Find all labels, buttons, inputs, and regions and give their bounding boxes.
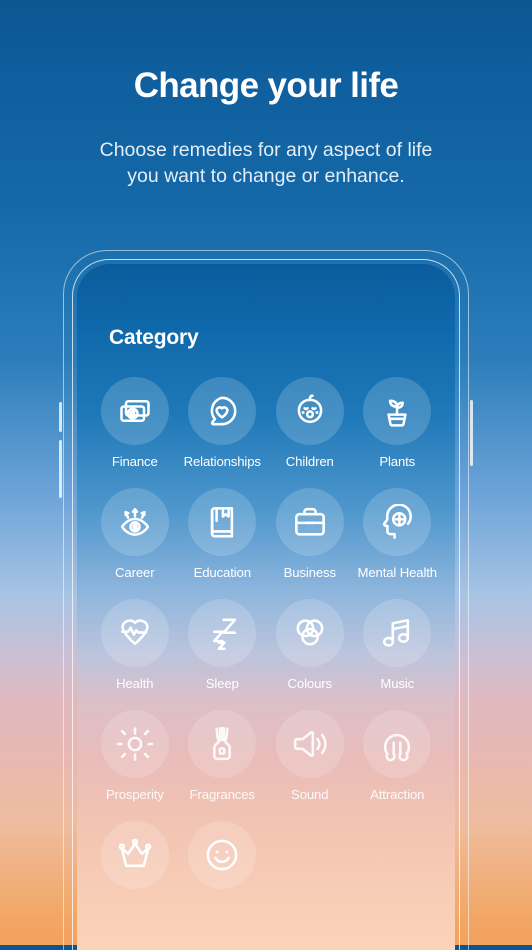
category-item-mental-health[interactable]: Mental Health: [354, 488, 442, 580]
category-label: Attraction: [370, 787, 425, 802]
three-circles-icon: [275, 599, 344, 667]
category-item-fragrances[interactable]: Fragrances: [179, 710, 267, 802]
heart-speech-bubble-icon: [188, 377, 257, 445]
category-item-music[interactable]: Music: [354, 599, 442, 691]
category-item-health[interactable]: Health: [91, 599, 179, 691]
category-item-finance[interactable]: Finance: [91, 377, 179, 469]
head-plus-icon: [363, 488, 432, 556]
music-note-icon: [363, 599, 432, 667]
phone-mockup: Category Finance Relationships Children Pla…: [59, 250, 473, 950]
category-label: Health: [116, 676, 154, 691]
power-button[interactable]: [470, 400, 473, 466]
sun-rays-icon: [100, 710, 169, 778]
speaker-waves-icon: [275, 710, 344, 778]
category-label: Plants: [379, 454, 416, 469]
volume-down-button[interactable]: [59, 440, 62, 498]
category-item-crown[interactable]: [91, 821, 179, 898]
category-item-career[interactable]: Career: [91, 488, 179, 580]
zzz-sleep-icon: [188, 599, 257, 667]
category-item-colours[interactable]: Colours: [266, 599, 354, 691]
category-item-sound[interactable]: Sound: [266, 710, 354, 802]
category-item-prosperity[interactable]: Prosperity: [91, 710, 179, 802]
briefcase-icon: [275, 488, 344, 556]
volume-up-button[interactable]: [59, 402, 62, 432]
category-item-sleep[interactable]: Sleep: [179, 599, 267, 691]
horseshoe-magnet-icon: [363, 710, 432, 778]
category-label: Music: [380, 676, 415, 691]
crown-icon: [100, 821, 169, 889]
category-label: Sleep: [205, 676, 239, 691]
category-item-education[interactable]: Education: [179, 488, 267, 580]
book-bookmark-icon: [188, 488, 257, 556]
category-item-smiley-face[interactable]: [179, 821, 267, 898]
eye-dollar-arrows-icon: [100, 488, 169, 556]
category-label: Colours: [287, 676, 333, 691]
page-title: Change your life: [133, 66, 399, 105]
category-heading: Category: [109, 326, 199, 349]
category-label: Business: [283, 565, 336, 580]
heart-pulse-icon: [100, 599, 169, 667]
baby-face-icon: [275, 377, 344, 445]
subtitle-line-2: you want to change or enhance.: [127, 164, 405, 187]
category-label: Fragrances: [189, 787, 255, 802]
category-label: Prosperity: [105, 787, 164, 802]
hero-header: Change your life Choose remedies for any…: [0, 0, 532, 189]
page-subtitle: Choose remedies for any aspect of life y…: [0, 138, 532, 189]
category-label: Education: [193, 565, 251, 580]
banknotes-dollar-icon: [100, 377, 169, 445]
category-item-business[interactable]: Business: [266, 488, 354, 580]
smiley-face-icon: [188, 821, 257, 889]
category-item-relationships[interactable]: Relationships: [179, 377, 267, 469]
category-label: Finance: [111, 454, 158, 469]
category-label: Mental Health: [357, 565, 438, 580]
subtitle-line-1: Choose remedies for any aspect of life: [99, 139, 433, 161]
category-item-children[interactable]: Children: [266, 377, 354, 469]
phone-screen: Category Finance Relationships Children Pla…: [77, 264, 455, 950]
category-label: Relationships: [183, 454, 261, 469]
category-item-attraction[interactable]: Attraction: [354, 710, 442, 802]
category-item-plants[interactable]: Plants: [354, 377, 442, 469]
category-label: Career: [115, 565, 155, 580]
category-label: Children: [285, 454, 334, 469]
potted-sprout-icon: [363, 377, 432, 445]
category-grid: Finance Relationships Children Plants Career…: [77, 377, 455, 898]
reed-diffuser-icon: [188, 710, 257, 778]
category-label: Sound: [291, 787, 329, 802]
